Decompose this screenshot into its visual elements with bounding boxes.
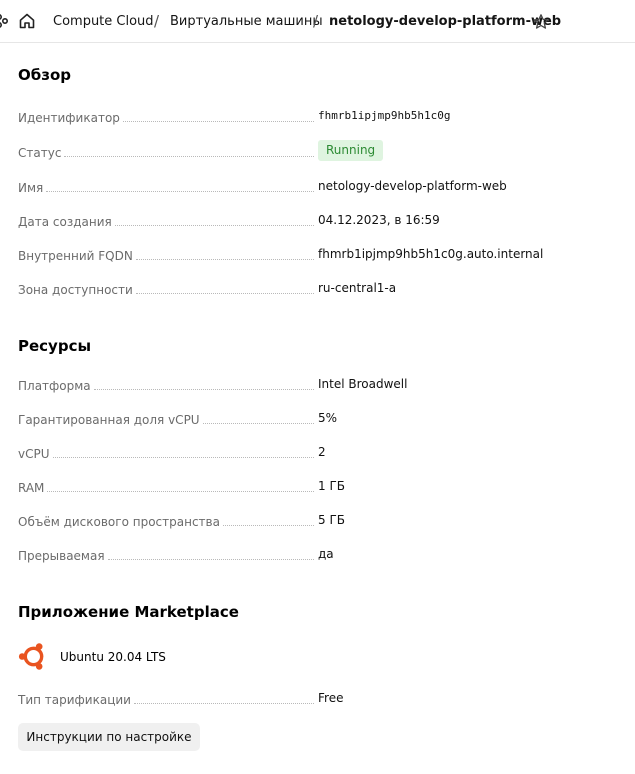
platform-row: Платформа Intel Broadwell (18, 376, 618, 394)
preemptible-label: Прерываемая (18, 549, 105, 563)
platform-value: Intel Broadwell (318, 377, 408, 391)
leader-dots (135, 259, 314, 260)
leader-dots (133, 703, 314, 704)
app-name: Ubuntu 20.04 LTS (60, 650, 166, 664)
ram-label: RAM (18, 481, 45, 495)
vcpu-share-row: Гарантированная доля vCPU 5% (18, 410, 618, 428)
disk-value: 5 ГБ (318, 513, 345, 527)
id-row: Идентификатор fhmrb1ipjmp9hb5h1c0g (18, 108, 618, 126)
breadcrumb: Compute Cloud / Виртуальные машины / net… (0, 0, 635, 43)
ram-value: 1 ГБ (318, 479, 345, 493)
fqdn-value[interactable]: fhmrb1ipjmp9hb5h1c0g.auto.internal (318, 246, 543, 262)
breadcrumb-compute-cloud[interactable]: Compute Cloud (53, 13, 154, 30)
vcpu-value: 2 (318, 445, 326, 459)
preemptible-row: Прерываемая да (18, 546, 618, 564)
preemptible-value: да (318, 547, 334, 561)
leader-dots (122, 121, 314, 122)
ram-row: RAM 1 ГБ (18, 478, 618, 496)
id-label: Идентификатор (18, 111, 120, 125)
leader-dots (47, 491, 314, 492)
fqdn-row: Внутренний FQDN fhmrb1ipjmp9hb5h1c0g.aut… (18, 246, 618, 264)
ubuntu-icon (18, 643, 46, 670)
zone-row: Зона доступности ru-central1-a (18, 280, 618, 298)
leader-dots (135, 293, 314, 294)
id-value[interactable]: fhmrb1ipjmp9hb5h1c0g (318, 108, 450, 124)
vcpu-share-value: 5% (318, 411, 338, 425)
billing-row: Тип тарификации Free (18, 690, 618, 708)
status-label: Статус (18, 146, 62, 160)
setup-instructions-button[interactable]: Инструкции по настройке (18, 723, 200, 751)
billing-label: Тип тарификации (18, 693, 131, 707)
billing-value: Free (318, 691, 344, 705)
leader-dots (52, 457, 314, 458)
name-value[interactable]: netology-develop-platform-web (318, 178, 507, 194)
platform-label: Платформа (18, 379, 91, 393)
marketplace-title: Приложение Marketplace (18, 603, 239, 621)
services-menu-icon[interactable] (0, 13, 9, 29)
disk-label: Объём дискового пространства (18, 515, 220, 529)
leader-dots (93, 389, 314, 390)
created-value: 04.12.2023, в 16:59 (318, 213, 440, 227)
name-row: Имя netology-develop-platform-web (18, 178, 618, 196)
breadcrumb-virtual-machines[interactable]: Виртуальные машины (170, 13, 323, 30)
leader-dots (46, 191, 314, 192)
zone-value: ru-central1-a (318, 281, 397, 295)
name-label: Имя (18, 181, 44, 195)
status-row: Статус Running (18, 140, 618, 161)
leader-dots (114, 225, 314, 226)
resources-title: Ресурсы (18, 337, 92, 355)
leader-dots (64, 156, 314, 157)
vcpu-label: vCPU (18, 447, 50, 461)
created-row: Дата создания 04.12.2023, в 16:59 (18, 212, 618, 230)
zone-label: Зона доступности (18, 283, 133, 297)
home-icon[interactable] (18, 12, 36, 30)
fqdn-label: Внутренний FQDN (18, 249, 133, 263)
status-badge: Running (318, 140, 384, 161)
leader-dots (107, 559, 314, 560)
vcpu-share-label: Гарантированная доля vCPU (18, 413, 200, 427)
leader-dots (222, 525, 314, 526)
leader-dots (202, 423, 314, 424)
overview-title: Обзор (18, 66, 71, 84)
vcpu-row: vCPU 2 (18, 444, 618, 462)
created-label: Дата создания (18, 215, 112, 229)
star-icon[interactable] (532, 13, 550, 31)
breadcrumb-separator: / (154, 12, 160, 30)
breadcrumb-current-vm: netology-develop-platform-web (329, 14, 562, 29)
vm-overview-page: Compute Cloud / Виртуальные машины / net… (0, 0, 635, 774)
breadcrumb-separator: / (313, 12, 319, 30)
disk-row: Объём дискового пространства 5 ГБ (18, 512, 618, 530)
